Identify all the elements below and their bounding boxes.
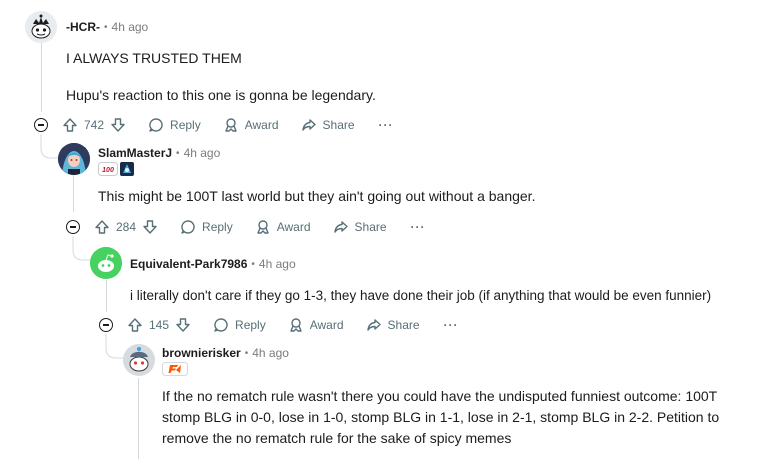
timestamp[interactable]: 4h ago: [112, 20, 149, 34]
share-button[interactable]: Share: [333, 219, 387, 235]
arrow-down-icon: [176, 318, 190, 332]
comment-meta: -HCR- • 4h ago: [66, 18, 148, 36]
share-label: Share: [354, 220, 387, 234]
vote-count: 284: [116, 220, 137, 234]
comment-body-line: I ALWAYS TRUSTED THEM: [66, 50, 242, 66]
avatar[interactable]: [25, 11, 57, 43]
separator-dot: •: [104, 21, 108, 33]
fnatic-flair-icon: [162, 362, 188, 376]
downvote-button[interactable]: [142, 219, 158, 235]
collapse-button[interactable]: [99, 318, 113, 332]
thread-line[interactable]: [41, 42, 42, 112]
share-button[interactable]: Share: [366, 317, 420, 333]
collapse-button[interactable]: [66, 220, 80, 234]
snoo-avatar-icon: [25, 11, 57, 43]
comment-thread: -HCR- • 4h ago I ALWAYS TRUSTED THEM Hup…: [0, 0, 757, 459]
share-icon: [333, 221, 348, 233]
thread-line[interactable]: [138, 378, 139, 459]
award-button[interactable]: Award: [288, 317, 344, 333]
comment-body-paragraph: If the no rematch rule wasn't there you …: [162, 388, 720, 446]
arrow-down-icon: [143, 220, 157, 234]
username[interactable]: brownierisker: [162, 346, 241, 360]
champion-flair-icon: [120, 162, 134, 176]
timestamp[interactable]: 4h ago: [259, 257, 296, 271]
comment-body-line: Hupu's reaction to this one is gonna be …: [66, 87, 376, 103]
character-avatar-icon: [58, 143, 90, 175]
award-button[interactable]: Award: [255, 219, 311, 235]
arrow-up-icon: [128, 318, 142, 332]
username[interactable]: Equivalent-Park7986: [130, 257, 247, 271]
comment-meta: Equivalent-Park7986 • 4h ago: [130, 255, 296, 273]
share-button[interactable]: Share: [301, 117, 355, 133]
comment-bubble-icon: [181, 220, 195, 234]
comment-bubble-icon: [149, 118, 163, 132]
more-options-button[interactable]: ···: [444, 318, 459, 332]
user-flair: 100: [98, 162, 134, 176]
avatar[interactable]: [58, 143, 90, 175]
award-button[interactable]: Award: [223, 117, 279, 133]
more-options-button[interactable]: ···: [379, 118, 394, 132]
award-label: Award: [309, 318, 344, 332]
snoo-avatar-icon: [90, 247, 122, 279]
reply-label: Reply: [170, 118, 201, 132]
avatar[interactable]: [90, 247, 122, 279]
arrow-up-icon: [63, 118, 77, 132]
share-icon: [301, 119, 316, 131]
share-icon: [366, 319, 381, 331]
reply-button[interactable]: Reply: [180, 219, 233, 235]
username[interactable]: -HCR-: [66, 20, 100, 34]
share-label: Share: [322, 118, 355, 132]
comment-bubble-icon: [214, 318, 228, 332]
timestamp[interactable]: 4h ago: [252, 346, 289, 360]
comment-actions: 145 Reply Award Share ···: [99, 313, 459, 337]
downvote-button[interactable]: [110, 117, 126, 133]
separator-dot: •: [176, 147, 180, 159]
snoo-avatar-icon: [123, 344, 155, 376]
more-options-button[interactable]: ···: [411, 220, 426, 234]
vote-count: 742: [84, 118, 105, 132]
upvote-button[interactable]: [94, 219, 110, 235]
award-icon: [257, 220, 269, 234]
thread-line[interactable]: [73, 172, 74, 212]
comment-body-line: This might be 100T last world but they a…: [98, 188, 536, 204]
arrow-up-icon: [95, 220, 109, 234]
avatar[interactable]: [123, 344, 155, 376]
100thieves-flair-icon: 100: [98, 162, 118, 176]
award-icon: [225, 118, 237, 132]
separator-dot: •: [251, 258, 255, 270]
award-label: Award: [276, 220, 311, 234]
reply-button[interactable]: Reply: [213, 317, 266, 333]
collapse-button[interactable]: [34, 118, 48, 132]
thread-line[interactable]: [106, 280, 107, 312]
reply-label: Reply: [235, 318, 266, 332]
separator-dot: •: [244, 347, 249, 359]
downvote-button[interactable]: [175, 317, 191, 333]
reply-button[interactable]: Reply: [148, 117, 201, 133]
reply-label: Reply: [202, 220, 233, 234]
award-icon: [290, 318, 302, 332]
share-label: Share: [387, 318, 420, 332]
arrow-down-icon: [111, 118, 125, 132]
username[interactable]: SlamMasterJ: [98, 146, 172, 160]
upvote-button[interactable]: [62, 117, 78, 133]
comment-meta: brownierisker • 4h ago: [162, 344, 289, 362]
svg-text:100: 100: [102, 167, 114, 174]
comment-meta: SlamMasterJ • 4h ago: [98, 144, 220, 162]
vote-count: 145: [149, 318, 170, 332]
comment-actions: 284 Reply Award Share ···: [66, 215, 426, 239]
upvote-button[interactable]: [127, 317, 143, 333]
comment-body-line: i literally don't care if they go 1-3, t…: [130, 288, 712, 303]
timestamp[interactable]: 4h ago: [184, 146, 221, 160]
user-flair: [162, 362, 188, 376]
comment-actions: 742 Reply Award Share ···: [34, 113, 394, 137]
award-label: Award: [244, 118, 279, 132]
